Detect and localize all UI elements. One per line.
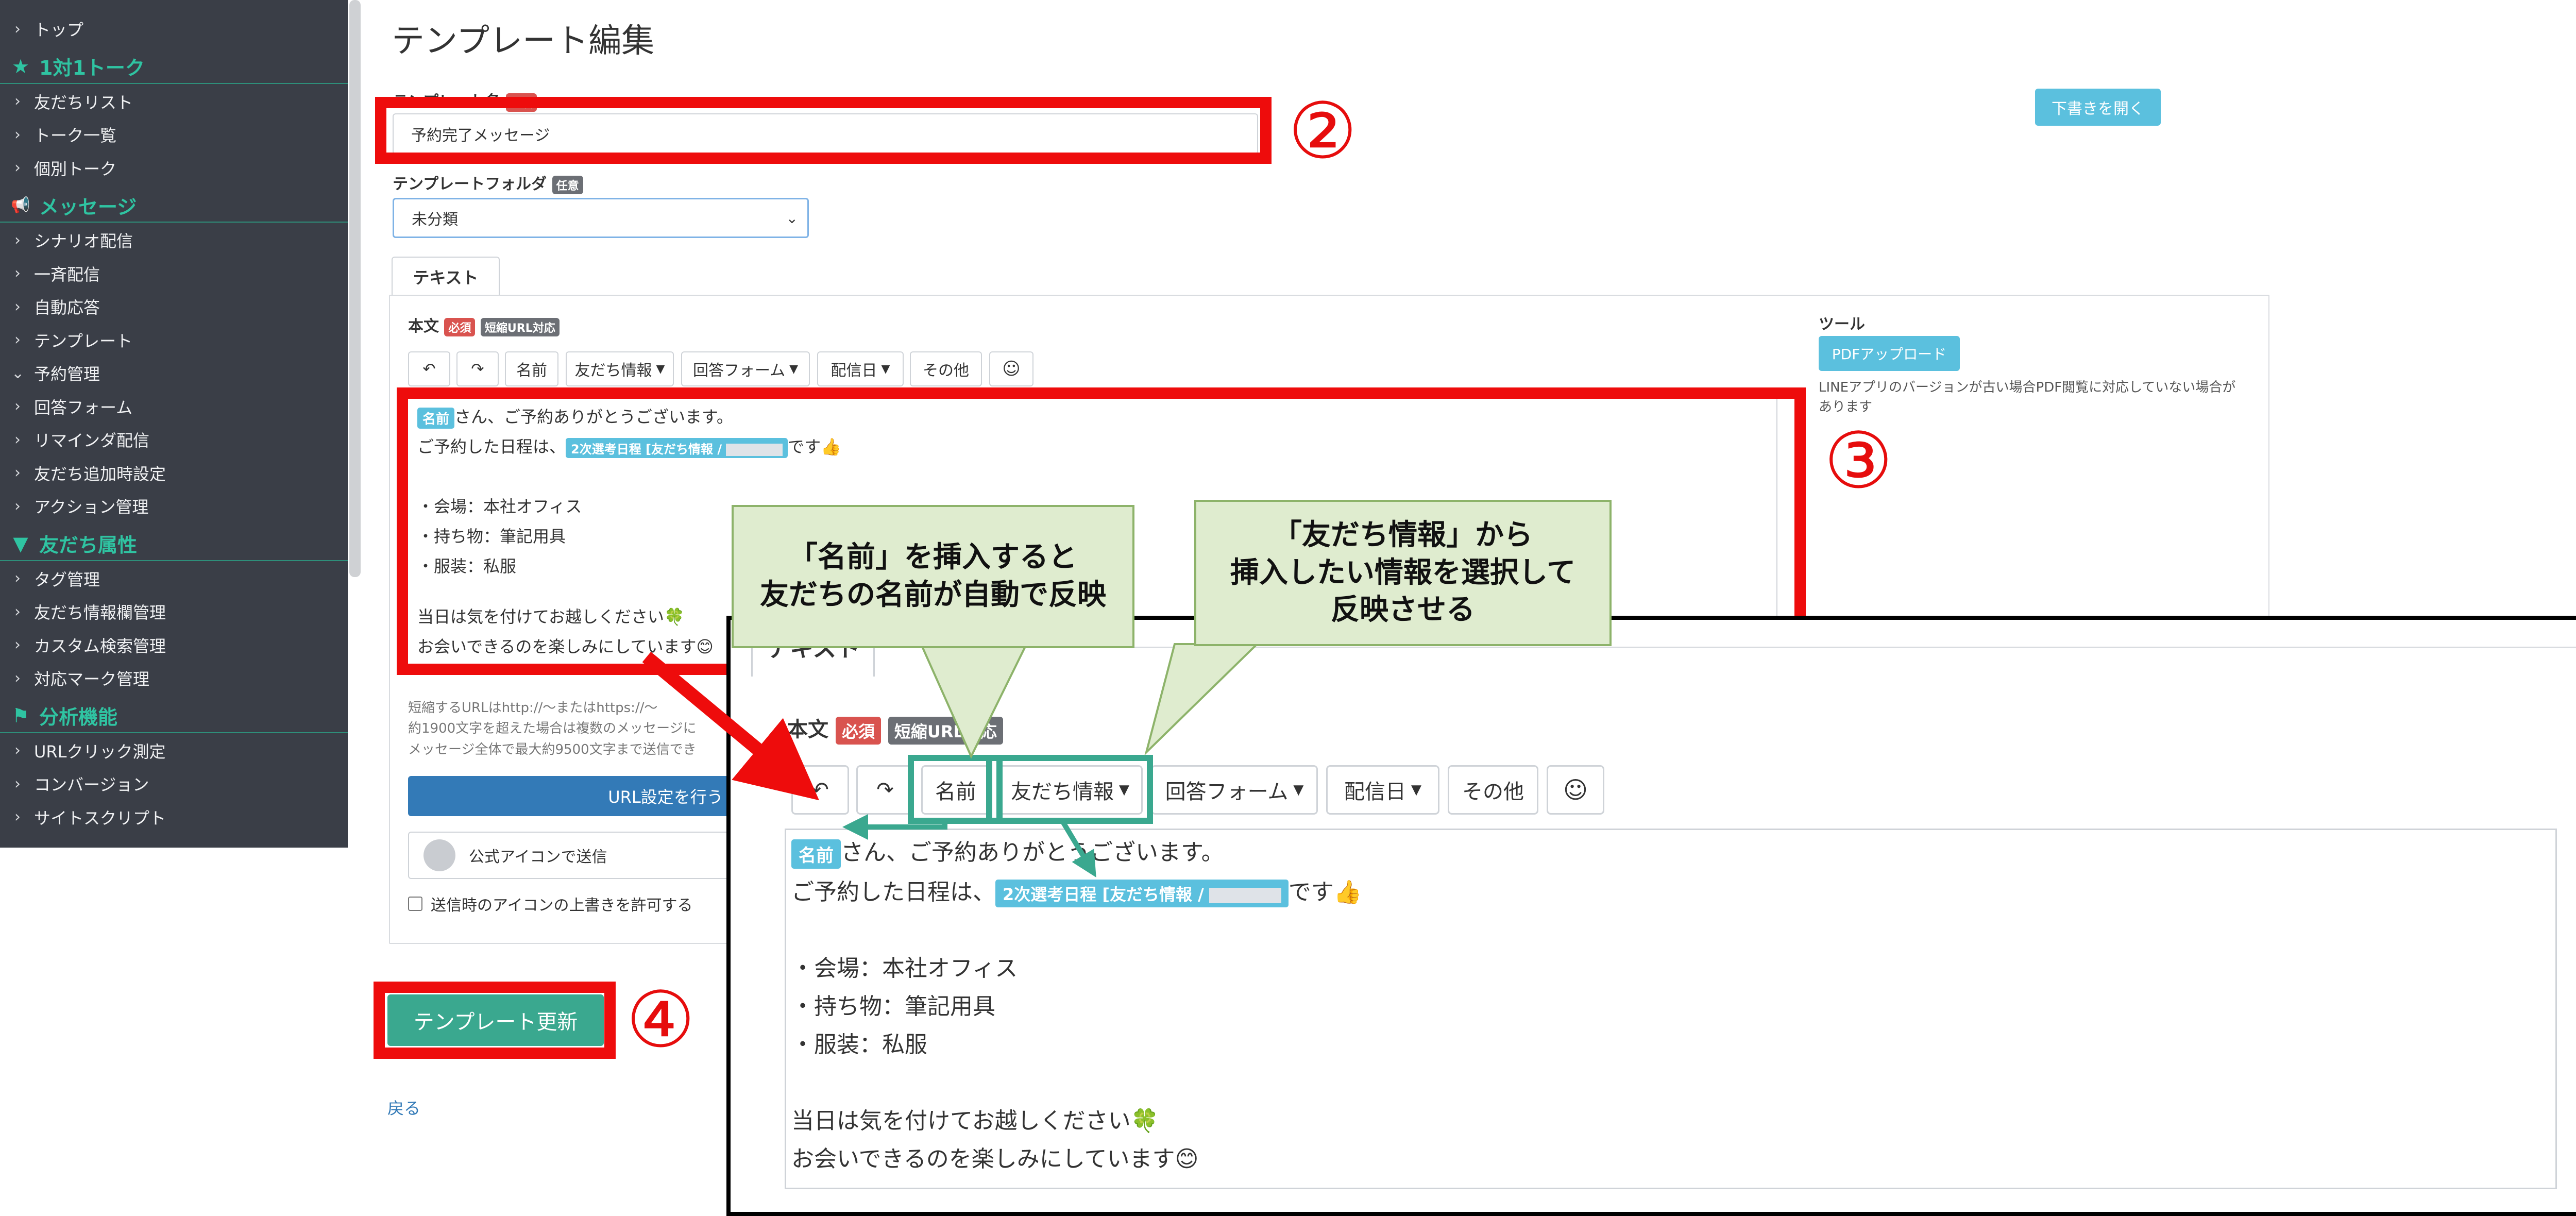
callout-friend-info: 「友だち情報」から 挿入したい情報を選択して 反映させる — [1194, 500, 1612, 646]
callout-name-tail — [920, 646, 1027, 759]
callout-info-line1: 「友だち情報」から — [1273, 518, 1533, 552]
callout-info-line3: 反映させる — [1330, 593, 1475, 627]
callout-name-line1: 「名前」を挿入すると — [789, 541, 1077, 575]
zoom-arrow — [642, 651, 820, 801]
callout-name-line2: 友だちの名前が自動で反映 — [760, 578, 1106, 612]
callout-name-insert: 「名前」を挿入すると 友だちの名前が自動で反映 — [732, 505, 1134, 648]
friend-info-insert-arrow — [1059, 818, 1096, 877]
callout-info-line2: 挿入したい情報を選択して — [1230, 555, 1576, 589]
name-insert-arrow — [842, 814, 947, 840]
callout-info-tail — [1144, 643, 1260, 756]
